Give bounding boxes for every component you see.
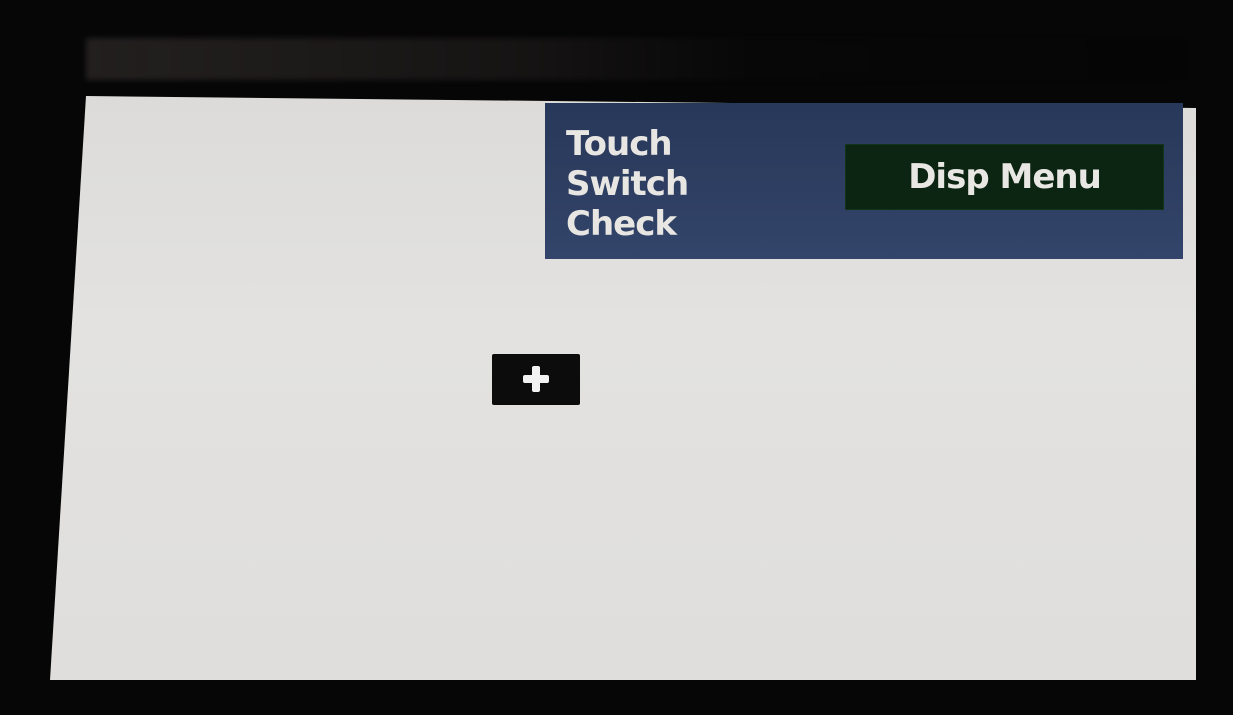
title-line-touch: Touch (566, 124, 673, 164)
plus-icon-vertical-bar (532, 366, 540, 392)
screen-glare (86, 38, 1196, 80)
title-line-switch: Switch (566, 164, 689, 204)
touch-target-button[interactable] (492, 354, 580, 405)
plus-icon (523, 366, 549, 392)
title-line-check: Check (566, 204, 677, 244)
disp-menu-button[interactable]: Disp Menu (845, 144, 1164, 210)
page-title: Touch Switch Check (566, 124, 826, 244)
